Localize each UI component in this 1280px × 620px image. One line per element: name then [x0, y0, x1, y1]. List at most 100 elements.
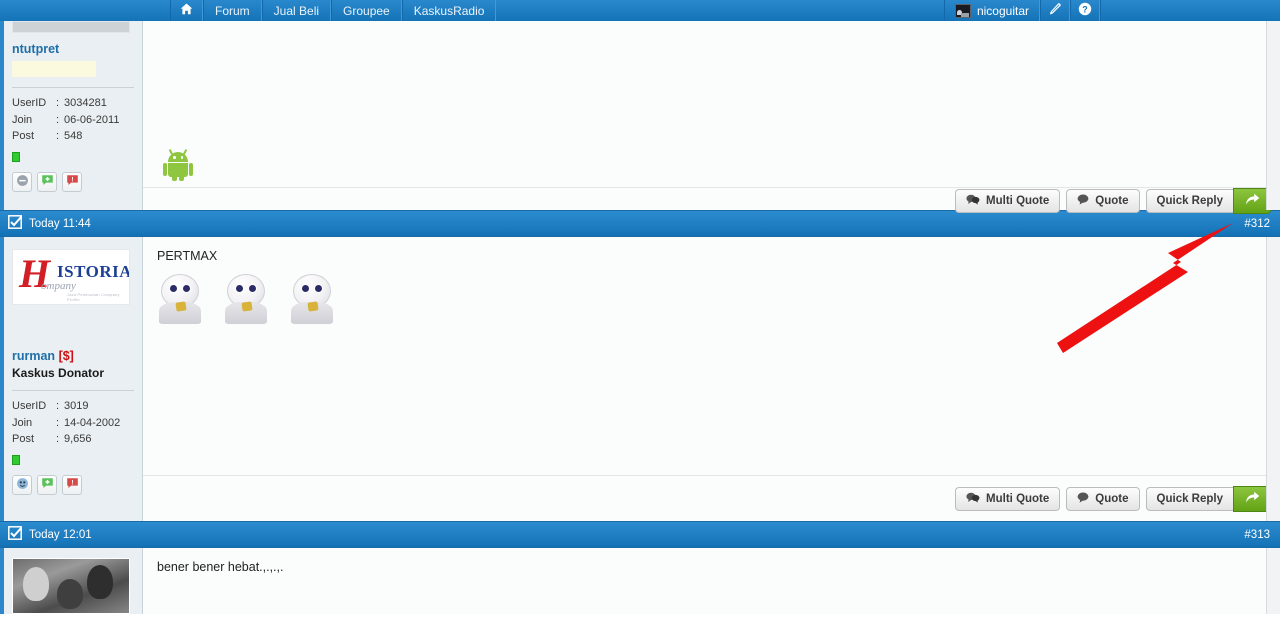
post-timestamp-group: Today 11:44: [8, 215, 91, 232]
field-separator: :: [56, 400, 60, 412]
user-field-userid: UserID : 3019: [12, 398, 134, 415]
divider: [12, 87, 134, 88]
nav-links: Forum Jual Beli Groupee KaskusRadio: [170, 0, 497, 21]
nav-item-label: Jual Beli: [273, 3, 320, 18]
report-icon: !: [66, 174, 79, 190]
user-avatar-icon: [954, 3, 971, 18]
user-field-join: Join : 14-04-2002: [12, 415, 134, 432]
reputation-add-button[interactable]: [37, 171, 57, 192]
quote-label: Quote: [1095, 195, 1129, 207]
nav-compose-button[interactable]: [1040, 0, 1070, 21]
post-block-1: ntutpret UserID : 3034281 Join : 06-06-2…: [0, 21, 1280, 214]
avatar: [12, 558, 130, 614]
field-key: Post: [12, 130, 35, 142]
reputation-add-button[interactable]: [37, 474, 57, 495]
field-value: 14-04-2002: [64, 416, 121, 429]
nav-item-forum[interactable]: Forum: [203, 0, 262, 21]
multi-quote-button[interactable]: Multi Quote: [955, 189, 1061, 213]
nav-help-button[interactable]: ?: [1070, 0, 1100, 21]
quick-reply-label: Quick Reply: [1156, 195, 1223, 207]
post-user-sidebar: ntutpret UserID : 3034281 Join : 06-06-2…: [4, 21, 143, 210]
user-title: Kaskus Donator: [12, 366, 105, 380]
nav-item-jual-beli[interactable]: Jual Beli: [261, 0, 332, 21]
field-value: 06-06-2011: [64, 113, 120, 126]
report-icon: !: [66, 477, 79, 493]
post-username[interactable]: rurman [$]: [12, 349, 134, 363]
post-timestamp: Today 11:44: [29, 217, 91, 230]
nav-right-group: nicoguitar ?: [943, 0, 1280, 21]
quote-button[interactable]: Quote: [1066, 189, 1140, 213]
post-block-3: bener bener hebat.,.,.,.: [0, 548, 1280, 614]
multi-quote-icon: [966, 492, 980, 506]
thread-page: ntutpret UserID : 3034281 Join : 06-06-2…: [0, 21, 1280, 620]
post-body: bener bener hebat.,.,.,.: [143, 548, 1280, 614]
field-value: 3019: [64, 400, 89, 412]
field-value: 548: [64, 130, 83, 142]
home-icon: [180, 3, 193, 18]
multi-quote-icon: [966, 194, 980, 208]
multi-quote-button[interactable]: Multi Quote: [955, 486, 1061, 511]
post-timestamp-group: Today 12:01: [8, 526, 92, 543]
post-content: [143, 21, 1279, 187]
avatar: [12, 21, 130, 33]
user-field-join: Join : 06-06-2011: [12, 112, 134, 129]
logo-tagline: Jasa Pembuatan Company Profile: [67, 292, 120, 302]
report-icon-button[interactable]: !: [62, 171, 82, 192]
profile-icon-button[interactable]: [12, 474, 32, 495]
arrow-reply-icon: [1244, 192, 1261, 210]
avatar-person: [57, 579, 83, 609]
post-message-text: PERTMAX: [157, 249, 218, 263]
field-key: Join: [12, 416, 33, 429]
post-number[interactable]: #313: [1244, 529, 1270, 541]
user-field-post: Post : 548: [12, 128, 134, 145]
report-icon-button[interactable]: !: [62, 474, 82, 495]
field-key: UserID: [12, 97, 47, 109]
nav-item-label: Forum: [215, 3, 250, 18]
quick-reply-label: Quick Reply: [1156, 492, 1223, 505]
post-content: bener bener hebat.,.,.,.: [143, 548, 1279, 614]
svg-text:?: ?: [1082, 4, 1088, 14]
post-body: Multi Quote Quote Quick Reply: [143, 21, 1280, 214]
post-row: ntutpret UserID : 3034281 Join : 06-06-2…: [0, 21, 1280, 214]
emoticon-icon: [157, 272, 203, 324]
multi-quote-label: Multi Quote: [986, 195, 1050, 207]
nav-tail-spacer: [1100, 0, 1280, 21]
profile-icon-button[interactable]: [12, 171, 32, 192]
emoticon-row: [157, 272, 1265, 324]
post-user-sidebar: H ISTORIA ompany Jasa Pembuatan Company …: [4, 237, 143, 521]
avatar-person: [87, 565, 113, 599]
top-navigation-bar: Forum Jual Beli Groupee KaskusRadio nico…: [0, 0, 1280, 21]
post-action-bar: Multi Quote Quote Quick Reply: [143, 187, 1279, 214]
checkbox-icon[interactable]: [8, 215, 23, 232]
question-mark-icon: ?: [1078, 2, 1092, 19]
reputation-add-icon: [41, 174, 54, 190]
post-block-2: H ISTORIA ompany Jasa Pembuatan Company …: [0, 237, 1280, 521]
online-status-icon: [12, 454, 20, 465]
profile-icon: [16, 477, 29, 493]
quick-reply-button[interactable]: Quick Reply: [1145, 189, 1233, 213]
quote-button[interactable]: Quote: [1066, 486, 1140, 511]
post-number[interactable]: #312: [1244, 218, 1270, 230]
username-text: rurman: [12, 349, 56, 363]
nav-home-button[interactable]: [170, 0, 203, 21]
divider: [12, 390, 134, 391]
user-field-post: Post : 9,656: [12, 431, 134, 448]
nav-item-kaskusradio[interactable]: KaskusRadio: [401, 0, 497, 21]
nav-user-menu[interactable]: nicoguitar: [943, 0, 1040, 21]
quick-reply-group: Quick Reply: [1145, 188, 1271, 214]
quick-reply-button[interactable]: Quick Reply: [1145, 486, 1233, 511]
quote-icon: [1077, 194, 1089, 208]
post-content: PERTMAX: [143, 237, 1279, 475]
user-action-buttons: !: [12, 171, 134, 192]
svg-text:!: !: [71, 176, 73, 183]
post-row: H ISTORIA ompany Jasa Pembuatan Company …: [0, 237, 1280, 521]
right-rail: [1266, 548, 1280, 614]
post-username[interactable]: ntutpret: [12, 42, 134, 56]
nav-item-groupee[interactable]: Groupee: [331, 0, 402, 21]
post-message-text: bener bener hebat.,.,.,.: [157, 560, 284, 574]
post-meta-bar-312: Today 11:44 #312: [0, 210, 1280, 237]
checkbox-icon[interactable]: [8, 526, 23, 543]
nav-username-label: nicoguitar: [976, 3, 1029, 18]
user-highlight-strip: [12, 61, 96, 77]
